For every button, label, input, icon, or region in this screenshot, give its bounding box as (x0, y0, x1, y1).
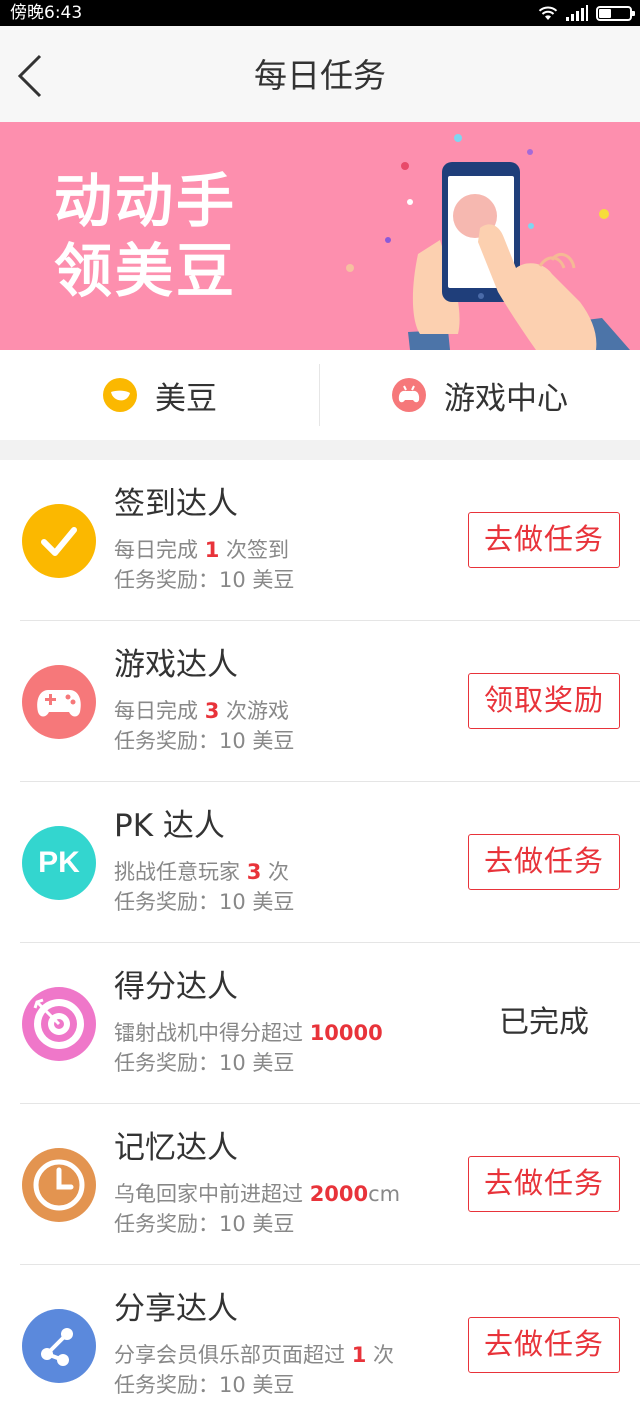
task-desc: 分享会员俱乐部页面超过 1 次 (114, 1343, 394, 1367)
signal-icon (566, 5, 588, 21)
promo-banner[interactable]: 动动手 领美豆 (0, 122, 640, 350)
target-icon (22, 987, 96, 1061)
status-icons (538, 4, 635, 22)
task-list: 签到达人 每日完成 1 次签到 任务奖励：10 美豆 去做任务 游戏达人 每日完… (0, 460, 640, 1426)
category-tabs: 美豆 游戏中心 (0, 350, 640, 440)
task-reward: 任务奖励：10 美豆 (114, 1051, 295, 1075)
banner-line-1: 动动手 (54, 167, 238, 235)
tab-game-center-label: 游戏中心 (444, 380, 568, 417)
status-time: 傍晚6:43 (10, 3, 83, 23)
task-reward: 任务奖励：10 美豆 (114, 1373, 295, 1397)
clock-icon (22, 1148, 96, 1222)
task-title: 签到达人 (114, 486, 238, 522)
task-title: 分享达人 (114, 1291, 238, 1327)
nav-bar: 每日任务 (0, 26, 640, 122)
task-reward: 任务奖励：10 美豆 (114, 568, 295, 592)
completed-label: 已完成 (499, 1005, 589, 1040)
page-title: 每日任务 (254, 56, 386, 95)
wifi-icon (538, 6, 558, 20)
task-reward: 任务奖励：10 美豆 (114, 890, 295, 914)
task-desc: 乌龟回家中前进超过 2000cm (114, 1182, 401, 1206)
task-reward: 任务奖励：10 美豆 (114, 1212, 295, 1236)
gamepad-icon (392, 378, 426, 412)
do-task-button[interactable]: 去做任务 (468, 834, 620, 890)
phone-hand-illustration (346, 134, 630, 350)
task-memory: 记忆达人 乌龟回家中前进超过 2000cm 任务奖励：10 美豆 去做任务 (0, 1104, 640, 1265)
status-bar: 傍晚6:43 (0, 0, 640, 26)
task-title: PK 达人 (114, 808, 225, 844)
do-task-button[interactable]: 去做任务 (468, 512, 620, 568)
task-reward: 任务奖励：10 美豆 (114, 729, 295, 753)
task-share: 分享达人 分享会员俱乐部页面超过 1 次 任务奖励：10 美豆 去做任务 (0, 1265, 640, 1426)
tab-game-center[interactable]: 游戏中心 (320, 350, 640, 440)
task-desc: 镭射战机中得分超过 10000 (114, 1021, 383, 1045)
bean-icon (103, 378, 137, 412)
tab-beans[interactable]: 美豆 (0, 350, 320, 440)
task-desc: 每日完成 1 次签到 (114, 538, 289, 562)
claim-reward-button[interactable]: 领取奖励 (468, 673, 620, 729)
tab-beans-label: 美豆 (155, 380, 217, 417)
task-checkin: 签到达人 每日完成 1 次签到 任务奖励：10 美豆 去做任务 (0, 460, 640, 621)
task-desc: 挑战任意玩家 3 次 (114, 860, 289, 884)
task-desc: 每日完成 3 次游戏 (114, 699, 289, 723)
section-gap (0, 440, 640, 460)
task-title: 游戏达人 (114, 647, 238, 683)
task-gaming: 游戏达人 每日完成 3 次游戏 任务奖励：10 美豆 领取奖励 (0, 621, 640, 782)
task-score: 得分达人 镭射战机中得分超过 10000 任务奖励：10 美豆 已完成 (0, 943, 640, 1104)
task-title: 得分达人 (114, 969, 238, 1005)
battery-icon (596, 5, 635, 21)
share-icon (22, 1309, 96, 1383)
banner-line-2: 领美豆 (54, 237, 238, 305)
do-task-button[interactable]: 去做任务 (468, 1317, 620, 1373)
task-title: 记忆达人 (114, 1130, 238, 1166)
task-pk: PK PK 达人 挑战任意玩家 3 次 任务奖励：10 美豆 去做任务 (0, 782, 640, 943)
gamepad-icon (22, 665, 96, 739)
do-task-button[interactable]: 去做任务 (468, 1156, 620, 1212)
checkmark-icon (22, 504, 96, 578)
pk-icon: PK (22, 826, 96, 900)
battery-level (599, 8, 611, 18)
pk-icon-text: PK (38, 846, 80, 879)
